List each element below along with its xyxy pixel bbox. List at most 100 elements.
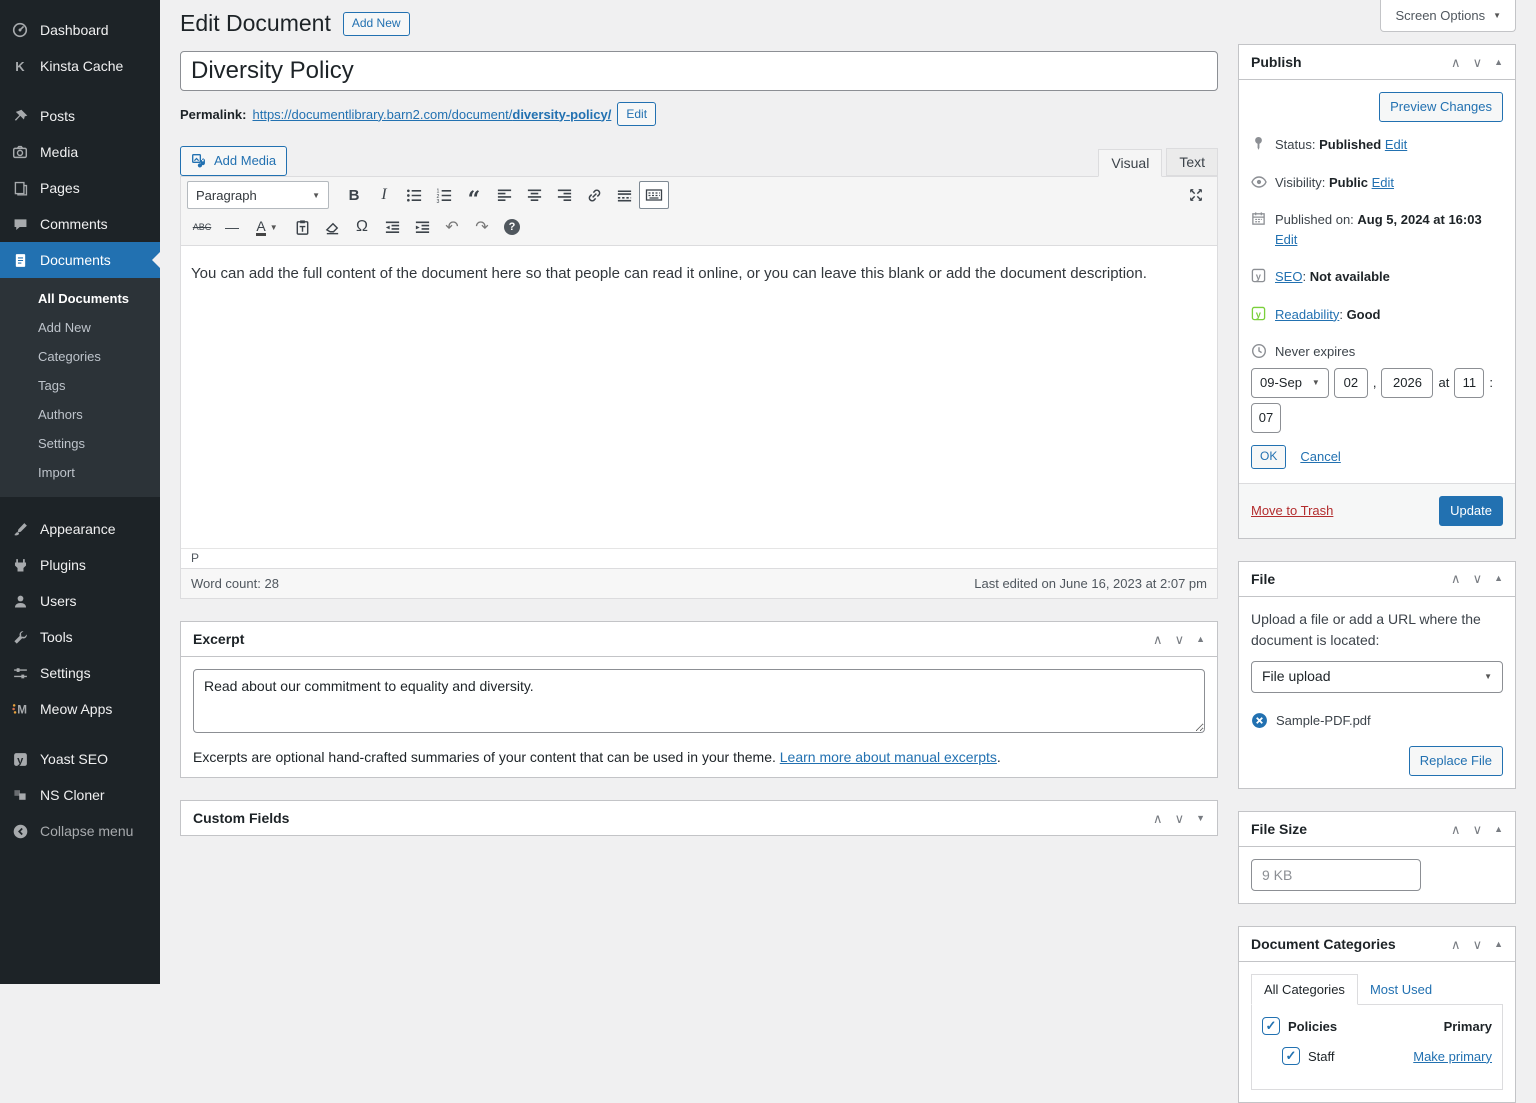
move-down-icon[interactable]: ∨	[1175, 812, 1185, 825]
move-down-icon[interactable]: ∨	[1175, 633, 1185, 646]
sidebar-item-yoast-seo[interactable]: y Yoast SEO	[0, 741, 160, 777]
sidebar-item-settings[interactable]: Settings	[0, 655, 160, 691]
align-left-button[interactable]	[489, 181, 519, 209]
sidebar-item-users[interactable]: Users	[0, 583, 160, 619]
edit-visibility-link[interactable]: Edit	[1372, 175, 1394, 190]
outdent-button[interactable]	[377, 213, 407, 241]
readability-link[interactable]: Readability	[1275, 307, 1339, 322]
permalink-url[interactable]: https://documentlibrary.barn2.com/docume…	[252, 107, 611, 122]
sidebar-item-plugins[interactable]: Plugins	[0, 547, 160, 583]
edit-permalink-button[interactable]: Edit	[617, 102, 656, 126]
remove-file-icon[interactable]	[1251, 712, 1268, 729]
horizontal-rule-button[interactable]: —	[217, 213, 247, 241]
blockquote-button[interactable]: “	[459, 181, 489, 209]
document-categories-panel-header[interactable]: Document Categories ∧ ∨ ▲	[1239, 927, 1515, 962]
sidebar-item-tools[interactable]: Tools	[0, 619, 160, 655]
move-up-icon[interactable]: ∧	[1451, 823, 1461, 836]
expiry-month-select[interactable]: 09-Sep ▼	[1251, 368, 1329, 398]
strikethrough-button[interactable]: ABC	[187, 213, 217, 241]
numbered-list-button[interactable]: 123	[429, 181, 459, 209]
toggle-panel-icon[interactable]: ▲	[1494, 574, 1503, 583]
submenu-settings[interactable]: Settings	[0, 429, 160, 458]
edit-status-link[interactable]: Edit	[1385, 137, 1407, 152]
category-checkbox[interactable]: ✓	[1262, 1017, 1280, 1035]
editor-element-path[interactable]: P	[181, 548, 1217, 568]
move-up-icon[interactable]: ∧	[1153, 812, 1163, 825]
file-source-select[interactable]: File upload ▼	[1251, 661, 1503, 693]
file-size-input[interactable]	[1251, 859, 1421, 891]
read-more-button[interactable]	[609, 181, 639, 209]
redo-button[interactable]: ↷	[467, 213, 497, 241]
custom-fields-panel-header[interactable]: Custom Fields ∧ ∨ ▼	[181, 801, 1217, 835]
expiry-day-input[interactable]: 02	[1334, 368, 1368, 398]
move-up-icon[interactable]: ∧	[1451, 938, 1461, 951]
toggle-panel-icon[interactable]: ▼	[1196, 814, 1205, 823]
sidebar-item-pages[interactable]: Pages	[0, 170, 160, 206]
expiry-year-input[interactable]: 2026	[1381, 368, 1433, 398]
italic-button[interactable]: I	[369, 181, 399, 209]
toolbar-toggle-button[interactable]	[639, 181, 669, 209]
sidebar-item-appearance[interactable]: Appearance	[0, 511, 160, 547]
fullscreen-button[interactable]	[1181, 181, 1211, 209]
excerpt-textarea[interactable]: Read about our commitment to equality an…	[193, 669, 1205, 733]
add-new-button[interactable]: Add New	[343, 12, 410, 36]
submenu-authors[interactable]: Authors	[0, 400, 160, 429]
replace-file-button[interactable]: Replace File	[1409, 746, 1503, 776]
submenu-tags[interactable]: Tags	[0, 371, 160, 400]
edit-published-link[interactable]: Edit	[1275, 232, 1297, 247]
add-media-button[interactable]: Add Media	[180, 146, 287, 176]
submenu-all-documents[interactable]: All Documents	[0, 284, 160, 313]
publish-panel-header[interactable]: Publish ∧ ∨ ▲	[1239, 45, 1515, 80]
screen-options-button[interactable]: Screen Options ▼	[1380, 0, 1516, 32]
tab-visual[interactable]: Visual	[1098, 149, 1162, 177]
move-up-icon[interactable]: ∧	[1451, 572, 1461, 585]
submenu-categories[interactable]: Categories	[0, 342, 160, 371]
align-right-button[interactable]	[549, 181, 579, 209]
submenu-import[interactable]: Import	[0, 458, 160, 487]
toggle-panel-icon[interactable]: ▲	[1494, 940, 1503, 949]
move-down-icon[interactable]: ∨	[1473, 56, 1483, 69]
text-color-button[interactable]: A ▼	[247, 213, 287, 241]
sidebar-item-meow-apps[interactable]: M Meow Apps	[0, 691, 160, 727]
editor-content-area[interactable]: You can add the full content of the docu…	[181, 246, 1217, 548]
excerpt-help-link[interactable]: Learn more about manual excerpts	[780, 749, 997, 765]
update-button[interactable]: Update	[1439, 496, 1503, 526]
toggle-panel-icon[interactable]: ▲	[1494, 58, 1503, 67]
bullet-list-button[interactable]	[399, 181, 429, 209]
sidebar-item-documents[interactable]: Documents	[0, 242, 160, 278]
submenu-add-new[interactable]: Add New	[0, 313, 160, 342]
move-to-trash-link[interactable]: Move to Trash	[1251, 503, 1333, 518]
tab-text[interactable]: Text	[1166, 148, 1218, 176]
insert-link-button[interactable]	[579, 181, 609, 209]
sidebar-item-collapse-menu[interactable]: Collapse menu	[0, 813, 160, 849]
sidebar-item-ns-cloner[interactable]: NS Cloner	[0, 777, 160, 813]
undo-button[interactable]: ↶	[437, 213, 467, 241]
preview-changes-button[interactable]: Preview Changes	[1379, 92, 1503, 122]
paste-as-text-button[interactable]	[287, 213, 317, 241]
sidebar-item-dashboard[interactable]: Dashboard	[0, 12, 160, 48]
help-button[interactable]: ?	[497, 213, 527, 241]
category-checkbox[interactable]: ✓	[1282, 1047, 1300, 1065]
bold-button[interactable]: B	[339, 181, 369, 209]
file-size-panel-header[interactable]: File Size ∧ ∨ ▲	[1239, 812, 1515, 847]
clear-formatting-button[interactable]	[317, 213, 347, 241]
move-up-icon[interactable]: ∧	[1451, 56, 1461, 69]
ok-button[interactable]: OK	[1251, 445, 1286, 469]
toggle-panel-icon[interactable]: ▲	[1196, 635, 1205, 644]
expiry-hour-input[interactable]: 11	[1454, 368, 1484, 398]
tab-most-used[interactable]: Most Used	[1358, 975, 1444, 1004]
tab-all-categories[interactable]: All Categories	[1251, 974, 1358, 1005]
indent-button[interactable]	[407, 213, 437, 241]
cancel-link[interactable]: Cancel	[1300, 449, 1340, 464]
sidebar-item-comments[interactable]: Comments	[0, 206, 160, 242]
expiry-minute-input[interactable]: 07	[1251, 403, 1281, 433]
move-down-icon[interactable]: ∨	[1473, 938, 1483, 951]
make-primary-link[interactable]: Make primary	[1413, 1049, 1492, 1064]
move-down-icon[interactable]: ∨	[1473, 572, 1483, 585]
paragraph-format-select[interactable]: Paragraph ▼	[187, 181, 329, 209]
special-character-button[interactable]: Ω	[347, 213, 377, 241]
excerpt-panel-header[interactable]: Excerpt ∧ ∨ ▲	[181, 622, 1217, 657]
align-center-button[interactable]	[519, 181, 549, 209]
file-panel-header[interactable]: File ∧ ∨ ▲	[1239, 562, 1515, 597]
move-down-icon[interactable]: ∨	[1473, 823, 1483, 836]
